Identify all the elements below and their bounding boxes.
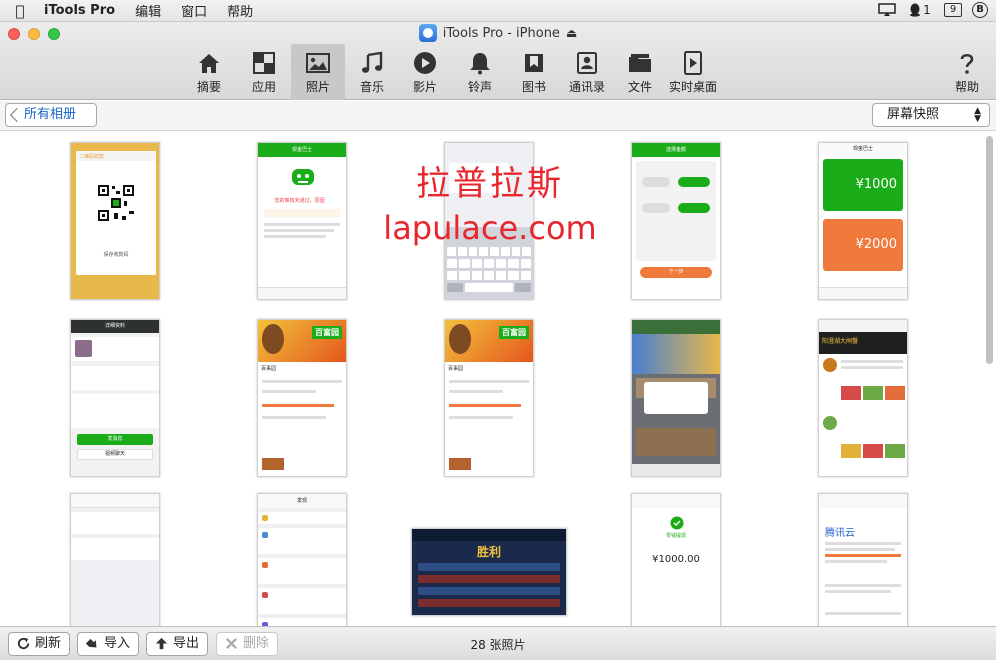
photo-thumbnail[interactable]: 百富园 百事园 bbox=[257, 319, 347, 477]
thumb-next-button: 下一步 bbox=[640, 267, 712, 278]
robot-icon bbox=[292, 169, 314, 185]
qr-code-icon bbox=[96, 183, 136, 223]
screen-play-icon bbox=[684, 51, 702, 75]
display-mirror-icon[interactable] bbox=[878, 2, 896, 18]
tab-ringtones-label: 铃声 bbox=[467, 80, 492, 94]
photo-thumbnail[interactable] bbox=[631, 319, 721, 477]
thumb-caption: 保存收款码 bbox=[103, 252, 129, 258]
thumb-caption: 您的审核未通过，原因： bbox=[274, 198, 330, 204]
thumb-amount: ¥2000 bbox=[823, 219, 903, 271]
contacts-icon bbox=[577, 52, 597, 74]
tab-music-label: 音乐 bbox=[359, 80, 384, 94]
album-select-value: 屏幕快照 bbox=[887, 107, 940, 122]
tab-books[interactable]: 图书 bbox=[507, 44, 561, 100]
photo-thumbnail[interactable]: 详细资料 发消息 视频聊天 bbox=[70, 319, 160, 477]
itools-app-icon bbox=[418, 24, 437, 42]
updown-arrows-icon: ▲ ▼ bbox=[974, 106, 981, 124]
thumb-caption: 胜利 bbox=[476, 545, 501, 559]
menu-bar:  iTools Pro 编辑 窗口 帮助 1 9 B bbox=[0, 0, 996, 22]
tab-ringtones[interactable]: 铃声 bbox=[453, 44, 507, 100]
photo-thumbnail[interactable] bbox=[70, 493, 160, 626]
window-toolbar: iTools Pro - iPhone ⏏ 摘要 应用 照片 音乐 影片 铃声 bbox=[0, 22, 996, 100]
tab-movies[interactable]: 影片 bbox=[398, 44, 452, 100]
tab-apps[interactable]: 应用 bbox=[237, 44, 291, 100]
bottom-toolbar: 刷新 导入 导出 删除 28 张照片 bbox=[0, 626, 996, 660]
tab-photos[interactable]: 照片 bbox=[291, 44, 345, 100]
bell-icon bbox=[470, 53, 490, 75]
help-button[interactable]: 帮助 bbox=[940, 44, 994, 100]
qq-icon[interactable]: 1 bbox=[906, 2, 934, 18]
thumb-title: 百事园 bbox=[448, 366, 464, 372]
tab-live-desktop[interactable]: 实时桌面 bbox=[665, 44, 721, 100]
thumb-title: 现金巴士 bbox=[819, 143, 907, 155]
thumb-brand: 腾讯云 bbox=[825, 528, 855, 539]
thumb-title: 选择金额 bbox=[632, 143, 720, 157]
qq-count: 1 bbox=[923, 3, 931, 17]
eject-icon[interactable]: ⏏ bbox=[566, 26, 577, 40]
thumb-brand: 百富园 bbox=[312, 326, 342, 339]
play-icon bbox=[414, 52, 436, 74]
photo-thumbnail[interactable]: 百富园 百事园 bbox=[444, 319, 534, 477]
tab-contacts[interactable]: 通讯录 bbox=[560, 44, 614, 100]
tab-files-label: 文件 bbox=[627, 80, 652, 94]
tab-summary[interactable]: 摘要 bbox=[182, 44, 236, 100]
tab-apps-label: 应用 bbox=[251, 80, 276, 94]
scrollbar-thumb[interactable] bbox=[986, 136, 993, 364]
book-icon bbox=[525, 54, 543, 72]
thumb-caption: 零钱提现 bbox=[665, 533, 686, 539]
help-label: 帮助 bbox=[954, 80, 979, 94]
account-icon[interactable]: B bbox=[972, 2, 988, 18]
thumb-send-button: 发消息 bbox=[77, 434, 153, 445]
thumb-brand: 百富园 bbox=[499, 326, 529, 339]
thumb-title: 发现 bbox=[258, 494, 346, 508]
thumb-amount: ¥1000.00 bbox=[652, 554, 700, 565]
all-albums-back-button[interactable]: 所有相册 bbox=[5, 103, 97, 127]
window-title: iTools Pro - iPhone ⏏ bbox=[0, 24, 996, 42]
tab-summary-label: 摘要 bbox=[196, 80, 221, 94]
folder-icon bbox=[629, 54, 651, 72]
photo-thumbnail[interactable]: 现金巴士 您的审核未通过，原因： bbox=[257, 142, 347, 300]
window-title-text: iTools Pro - iPhone bbox=[442, 25, 560, 41]
tab-movies-label: 影片 bbox=[412, 80, 437, 94]
menu-edit[interactable]: 编辑 bbox=[125, 1, 171, 20]
photo-thumbnail[interactable]: 零钱提现 ¥1000.00 bbox=[631, 493, 721, 626]
photo-thumbnail[interactable]: 二维码收款 保存收款码 bbox=[70, 142, 160, 300]
tab-books-label: 图书 bbox=[521, 80, 546, 94]
photo-thumbnail[interactable]: 发现 bbox=[257, 493, 347, 626]
apps-grid-icon bbox=[253, 52, 275, 74]
thumb-video-button: 视频聊天 bbox=[77, 449, 153, 460]
menu-app-name[interactable]: iTools Pro bbox=[40, 3, 125, 18]
apple-menu-icon[interactable]:  bbox=[0, 2, 40, 20]
thumb-title: 现金巴士 bbox=[258, 143, 346, 157]
photo-thumbnail[interactable]: 选择金额 下一步 bbox=[631, 142, 721, 300]
check-circle-icon bbox=[670, 516, 684, 530]
question-icon bbox=[960, 53, 974, 74]
tab-files[interactable]: 文件 bbox=[613, 44, 667, 100]
photo-thumbnail[interactable]: 腾讯云 bbox=[818, 493, 908, 626]
photo-thumbnail[interactable] bbox=[444, 142, 534, 300]
tab-photos-label: 照片 bbox=[305, 80, 330, 94]
photo-thumbnail[interactable]: 胜利 bbox=[411, 528, 567, 616]
photo-count: 28 张照片 bbox=[470, 638, 526, 652]
album-select[interactable]: 屏幕快照 ▲ ▼ bbox=[872, 103, 990, 127]
thumb-title: 阳澄湖大闸蟹 bbox=[819, 332, 907, 354]
photo-icon bbox=[306, 53, 330, 73]
menu-window[interactable]: 窗口 bbox=[171, 1, 217, 20]
tab-live-desktop-label: 实时桌面 bbox=[668, 80, 717, 94]
calendar-icon[interactable]: 9 bbox=[944, 3, 962, 17]
thumb-title: 详细资料 bbox=[71, 320, 159, 333]
photo-grid: 二维码收款 保存收款码 现金巴士 您的审核未通过，原因： 选择金额 下一步 现金… bbox=[0, 132, 996, 626]
thumb-title: 二维码收款 bbox=[76, 151, 156, 161]
album-bar: 所有相册 屏幕快照 ▲ ▼ bbox=[0, 101, 996, 131]
thumb-amount: ¥1000 bbox=[823, 159, 903, 211]
music-note-icon bbox=[362, 51, 383, 73]
gallery-scrollbar[interactable] bbox=[985, 132, 994, 626]
home-icon bbox=[199, 54, 219, 73]
menu-help[interactable]: 帮助 bbox=[217, 1, 263, 20]
thumb-title: 百事园 bbox=[261, 366, 277, 372]
tab-contacts-label: 通讯录 bbox=[568, 80, 605, 94]
photo-thumbnail[interactable]: 现金巴士 ¥1000 ¥2000 bbox=[818, 142, 908, 300]
tab-music[interactable]: 音乐 bbox=[345, 44, 399, 100]
photo-thumbnail[interactable]: 阳澄湖大闸蟹 bbox=[818, 319, 908, 477]
